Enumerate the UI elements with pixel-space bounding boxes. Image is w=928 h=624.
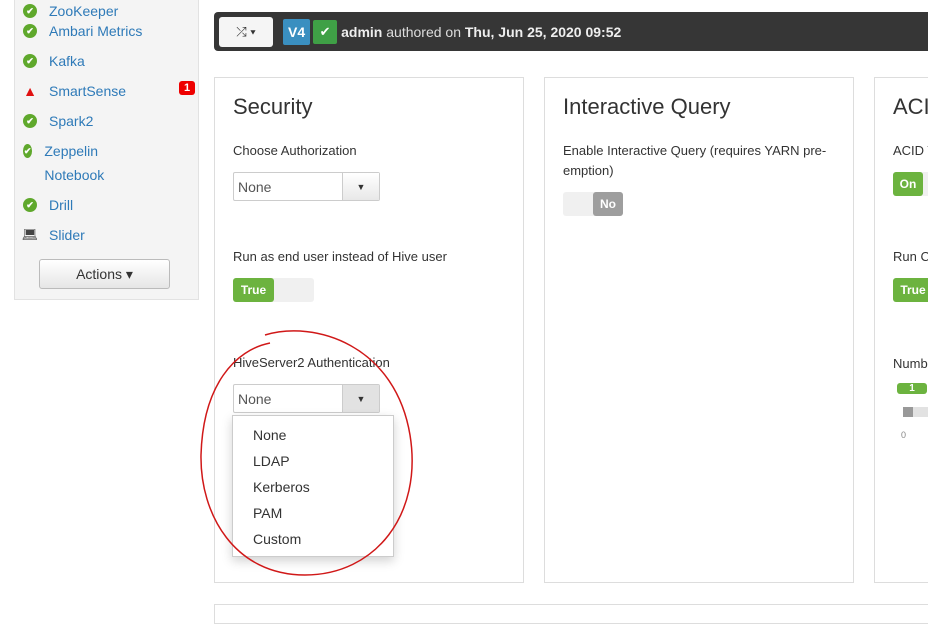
next-section-panel <box>214 604 928 624</box>
panel-title: Interactive Query <box>563 94 731 119</box>
slider-fill <box>903 407 913 417</box>
check-icon: ✔ <box>23 4 37 18</box>
slider-min-label: 0 <box>901 430 907 440</box>
current-version-check-icon: ✔ <box>313 19 338 44</box>
warning-icon: ▲ <box>23 83 37 99</box>
panel-title: Security <box>233 94 313 119</box>
sidebar-item-slider[interactable]: 💻︎ Slider <box>21 227 85 243</box>
alert-count-badge: 1 <box>179 81 196 95</box>
enable-interactive-query-toggle[interactable]: No <box>563 192 623 216</box>
red-annotation-circle <box>200 330 413 576</box>
run-as-end-user-label: Run as end user instead of Hive user <box>233 249 447 264</box>
sidebar-item-smartsense[interactable]: ▲ SmartSense <box>23 83 126 99</box>
check-icon: ✔ <box>23 54 37 68</box>
laptop-icon: 💻︎ <box>21 227 39 242</box>
threads-slider[interactable] <box>903 407 928 417</box>
sidebar-item-zookeeper[interactable]: ✔ ZooKeeper <box>23 3 118 19</box>
run-as-end-user-toggle[interactable]: True <box>233 278 314 302</box>
acid-panel: ACI ACID T On Run C True Numbe 1 0 <box>874 77 928 583</box>
number-threads-label: Numbe <box>893 356 928 371</box>
run-compactor-label: Run C <box>893 249 928 264</box>
slider-value-tooltip: 1 <box>897 383 927 394</box>
sidebar-item-ambari-metrics[interactable]: ✔ Ambari Metrics <box>23 23 142 39</box>
compare-versions-button[interactable]: ⤮ ▾ <box>219 16 273 47</box>
check-icon: ✔ <box>23 24 37 38</box>
acid-toggle[interactable]: On <box>893 172 928 196</box>
check-icon: ✔ <box>23 114 37 128</box>
interactive-query-panel: Interactive Query Enable Interactive Que… <box>544 77 854 583</box>
version-badge[interactable]: V4 <box>283 18 311 45</box>
enable-interactive-query-label: Enable Interactive Query (requires YARN … <box>563 143 827 178</box>
acid-transactions-label: ACID T <box>893 143 928 158</box>
sidebar-item-zeppelin[interactable]: ✔ Zeppelin Notebook <box>23 139 123 187</box>
version-bar: ⤮ ▾ V4 ✔ admin authored on Thu, Jun 25, … <box>214 12 928 51</box>
shuffle-icon: ⤮ ▾ <box>236 23 256 39</box>
sidebar-item-spark2[interactable]: ✔ Spark2 <box>23 113 93 129</box>
choose-authorization-label: Choose Authorization <box>233 143 357 158</box>
choose-authorization-select[interactable]: None ▼ <box>233 172 380 201</box>
actions-button[interactable]: Actions ▾ <box>39 259 170 289</box>
services-sidebar: ✔ ZooKeeper ✔ Ambari Metrics ✔ Kafka ▲ Smart… <box>14 0 199 300</box>
version-author-info: admin authored on Thu, Jun 25, 2020 09:5… <box>341 23 622 40</box>
sidebar-item-drill[interactable]: ✔ Drill <box>23 197 73 213</box>
panel-title: ACI <box>893 94 928 119</box>
run-compactor-toggle[interactable]: True <box>893 278 928 302</box>
check-icon: ✔ <box>23 198 37 212</box>
sidebar-item-kafka[interactable]: ✔ Kafka <box>23 53 85 69</box>
check-icon: ✔ <box>23 144 33 158</box>
caret-down-icon: ▼ <box>342 173 379 200</box>
